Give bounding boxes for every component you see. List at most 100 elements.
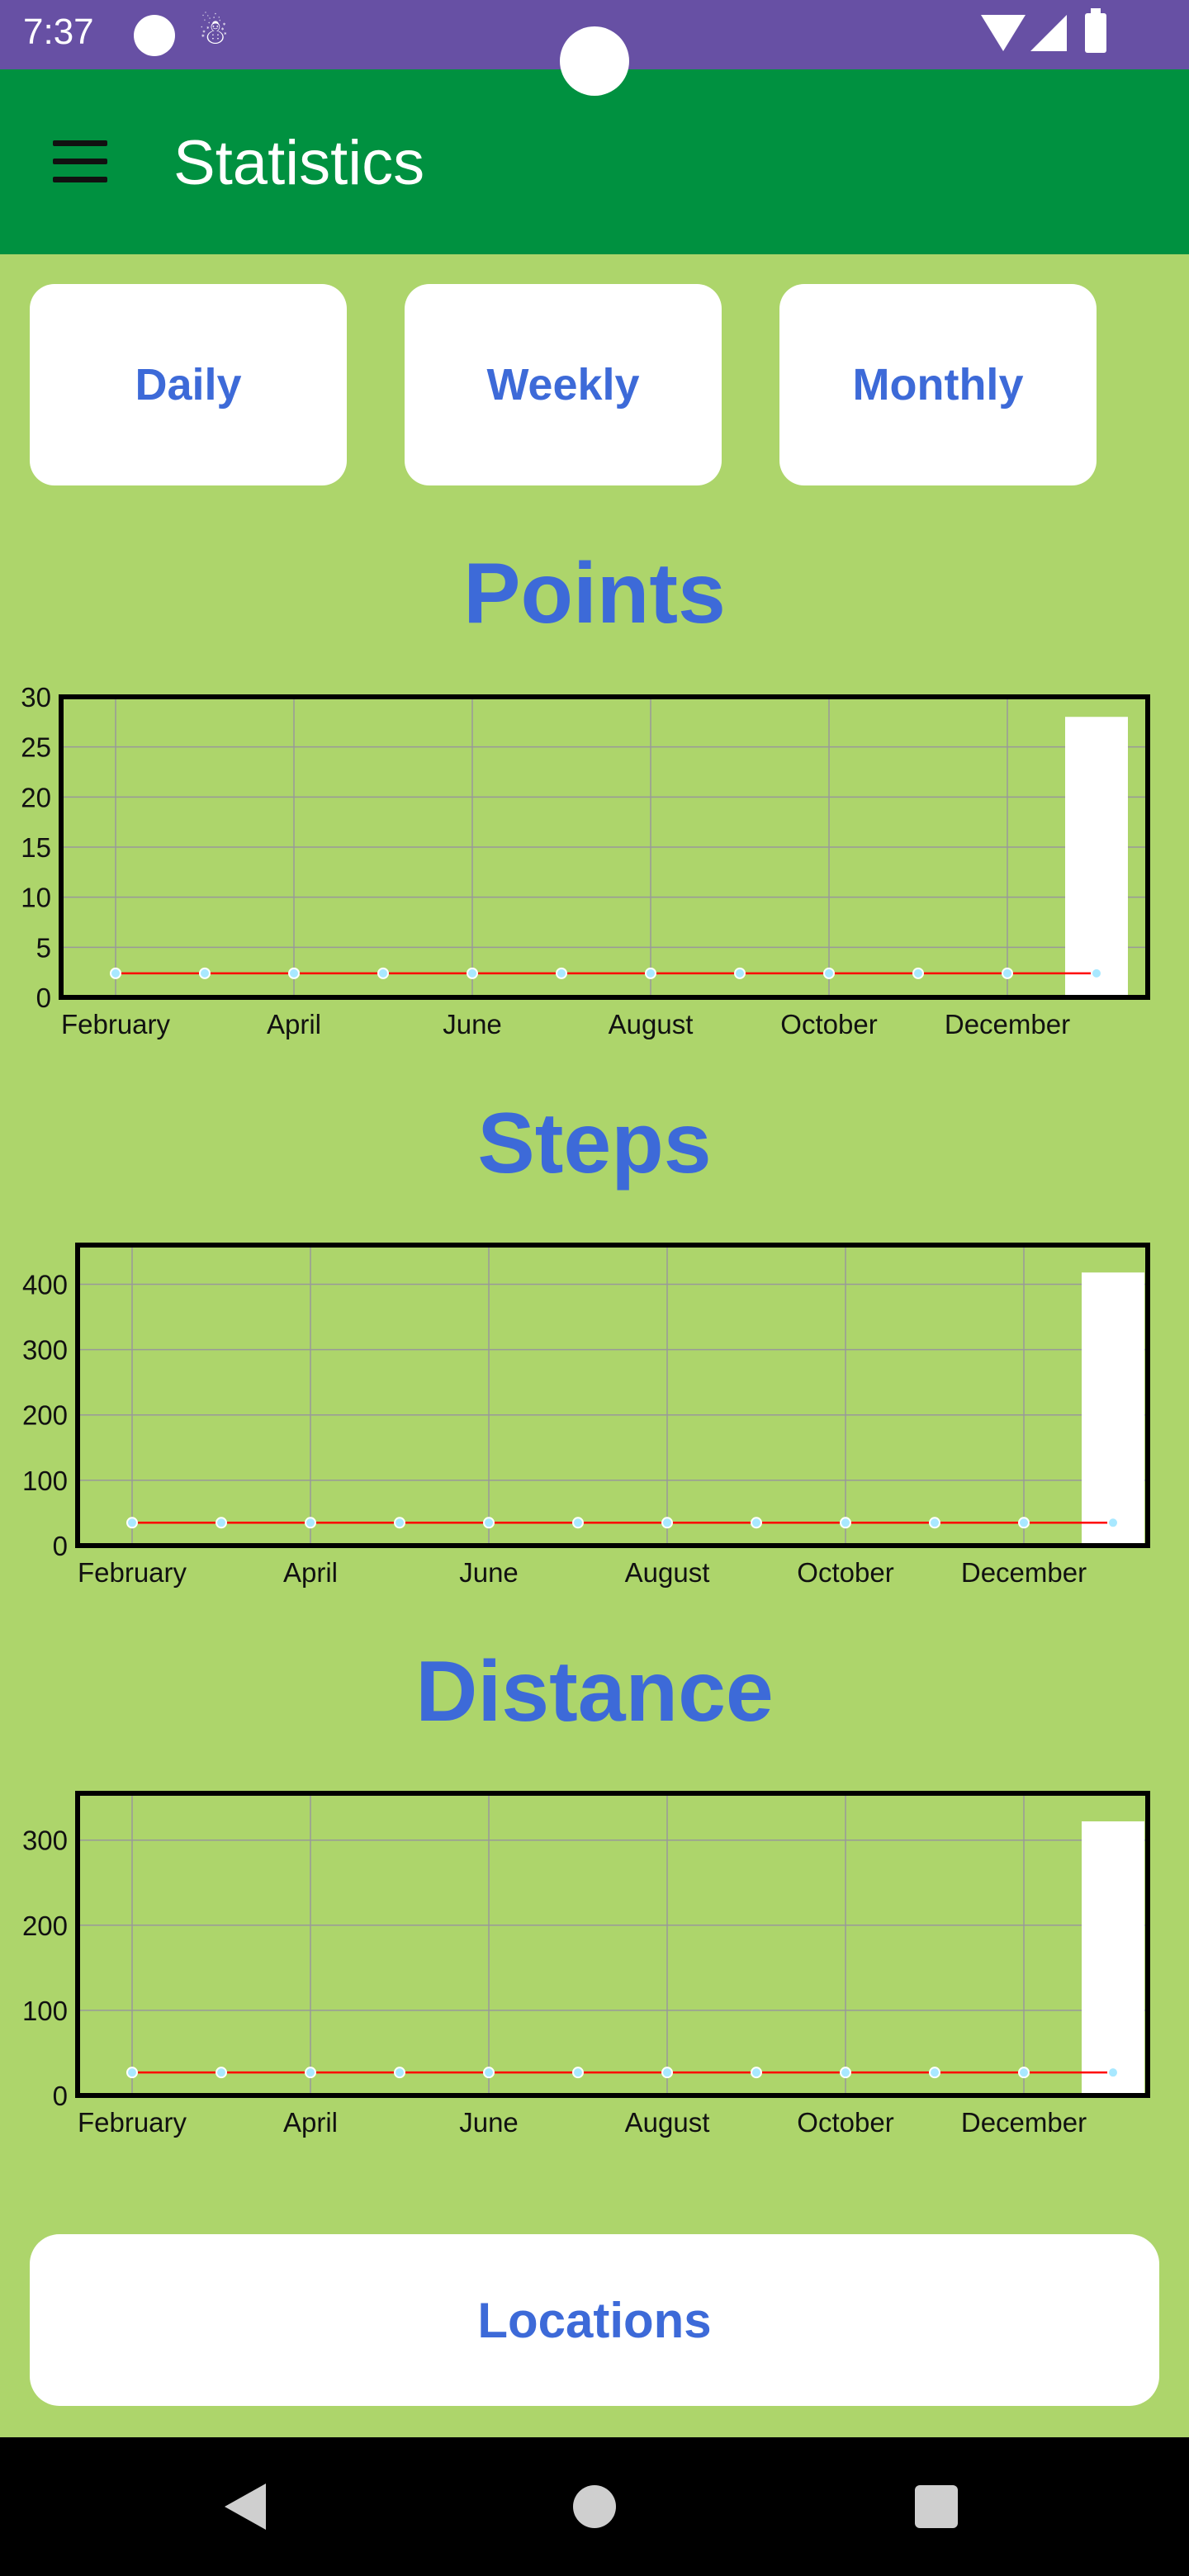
y-tick-label: 10 <box>21 883 51 913</box>
battery-icon <box>1085 8 1106 53</box>
line-point <box>556 967 567 979</box>
x-tick-label: April <box>283 1557 338 1588</box>
x-tick-label: June <box>459 1557 519 1588</box>
back-icon[interactable] <box>225 2484 266 2530</box>
line-point <box>305 1517 316 1529</box>
distance-title: Distance <box>415 1644 774 1740</box>
x-tick-label: October <box>797 1557 893 1588</box>
line-point <box>572 2067 584 2079</box>
y-tick-label: 300 <box>22 1825 68 1856</box>
line-point <box>126 1517 138 1529</box>
line-point <box>929 1517 940 1529</box>
line-point <box>751 2067 762 2079</box>
y-tick-label: 200 <box>22 1400 68 1431</box>
y-tick-label: 20 <box>21 782 51 812</box>
y-tick-label: 400 <box>22 1269 68 1300</box>
chart-bar <box>1065 717 1128 997</box>
points-chart: 0 5 10 15 20 25 30 February April June August Octob… <box>0 677 1189 1057</box>
line-point <box>661 2067 673 2079</box>
line-point <box>572 1517 584 1529</box>
y-tick-label: 200 <box>22 1911 68 1941</box>
chart-bar <box>1082 1272 1144 1546</box>
x-tick-label: February <box>78 2107 187 2138</box>
line-point <box>1018 1517 1030 1529</box>
x-tick-label: June <box>459 2107 519 2138</box>
weekly-button[interactable]: Weekly <box>405 284 722 485</box>
line-point <box>126 2067 138 2079</box>
status-time: 7:37 <box>23 12 94 52</box>
line-point <box>288 967 300 979</box>
line-point <box>483 2067 495 2079</box>
wifi-icon <box>981 15 1026 51</box>
locations-button[interactable]: Locations <box>30 2234 1159 2406</box>
chart-bar <box>1082 1821 1144 2095</box>
menu-icon[interactable] <box>53 140 109 183</box>
line-point <box>483 1517 495 1529</box>
camera-cutout <box>560 26 629 96</box>
distance-chart: 0 100 200 300 February April June August October… <box>0 1780 1189 2160</box>
line-point <box>1107 1517 1119 1529</box>
line-point <box>467 967 478 979</box>
monthly-button[interactable]: Monthly <box>779 284 1097 485</box>
steps-chart: 0 100 200 300 400 February April June August Octo… <box>0 1230 1189 1610</box>
y-tick-label: 0 <box>36 983 51 1013</box>
y-tick-label: 300 <box>22 1335 68 1366</box>
x-tick-label: February <box>78 1557 187 1588</box>
points-title: Points <box>463 546 726 642</box>
line-point <box>1091 967 1102 979</box>
line-point <box>1002 967 1013 979</box>
daily-button[interactable]: Daily <box>30 284 347 485</box>
line-point <box>216 1517 227 1529</box>
line-point <box>912 967 924 979</box>
home-icon[interactable] <box>573 2485 616 2528</box>
chart-frame <box>75 1243 1150 1548</box>
x-tick-label: February <box>61 1009 171 1039</box>
distance-chart-svg: 0 100 200 300 February April June August October… <box>22 1791 1150 2138</box>
steps-title: Steps <box>477 1096 712 1191</box>
x-tick-label: August <box>625 2107 710 2138</box>
line-point <box>840 1517 851 1529</box>
x-tick-label: December <box>961 2107 1087 2138</box>
notification-dot-icon <box>134 15 175 56</box>
y-tick-label: 100 <box>22 1996 68 2026</box>
line-point <box>216 2067 227 2079</box>
y-tick-label: 0 <box>53 2081 68 2111</box>
robot-icon: ☃ <box>198 12 230 51</box>
line-point <box>199 967 211 979</box>
line-point <box>734 967 746 979</box>
page-title: Statistics <box>173 128 425 198</box>
y-tick-label: 25 <box>21 732 51 763</box>
line-point <box>305 2067 316 2079</box>
x-tick-label: August <box>625 1557 710 1588</box>
line-point <box>645 967 656 979</box>
y-tick-label: 5 <box>36 932 51 963</box>
x-tick-label: August <box>609 1009 694 1039</box>
x-tick-label: October <box>780 1009 877 1039</box>
line-point <box>1018 2067 1030 2079</box>
x-tick-label: December <box>945 1009 1070 1039</box>
x-tick-label: April <box>267 1009 321 1039</box>
line-point <box>661 1517 673 1529</box>
recent-apps-icon[interactable] <box>915 2485 958 2528</box>
line-point <box>1107 2067 1119 2079</box>
y-tick-label: 15 <box>21 832 51 863</box>
line-point <box>394 1517 405 1529</box>
x-tick-label: April <box>283 2107 338 2138</box>
points-chart-svg: 0 5 10 15 20 25 30 February April June August Octob… <box>21 682 1150 1039</box>
x-tick-label: October <box>797 2107 893 2138</box>
signal-icon <box>1030 15 1067 51</box>
y-tick-label: 100 <box>22 1466 68 1496</box>
line-point <box>110 967 121 979</box>
line-point <box>751 1517 762 1529</box>
app-bar: Statistics <box>0 69 1189 254</box>
system-nav-bar <box>0 2437 1189 2576</box>
y-tick-label: 30 <box>21 682 51 713</box>
line-point <box>377 967 389 979</box>
x-tick-label: December <box>961 1557 1087 1588</box>
line-point <box>823 967 835 979</box>
steps-chart-svg: 0 100 200 300 400 February April June August Octo… <box>22 1243 1150 1588</box>
x-tick-label: June <box>443 1009 502 1039</box>
y-tick-label: 0 <box>53 1531 68 1561</box>
line-point <box>394 2067 405 2079</box>
chart-frame <box>75 1791 1150 2098</box>
